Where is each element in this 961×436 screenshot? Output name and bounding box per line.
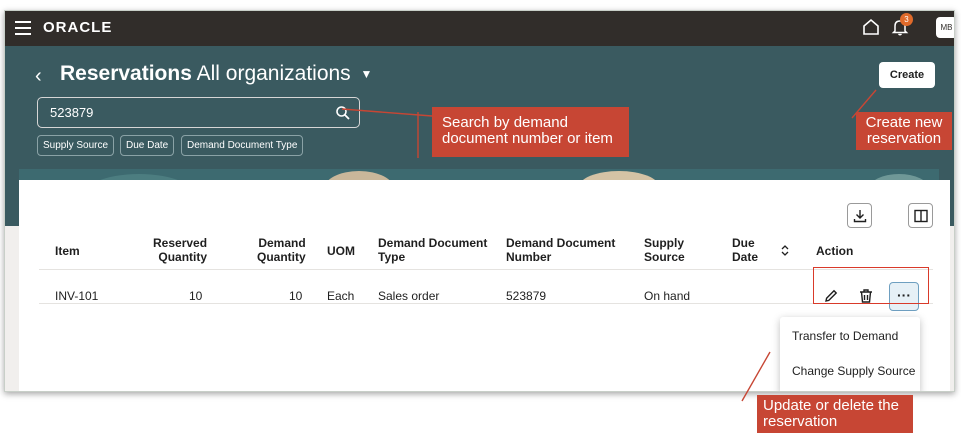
download-button[interactable] — [847, 203, 872, 228]
cell-reserved-quantity: 10 — [189, 289, 203, 303]
filter-chip-due-date[interactable]: Due Date — [120, 135, 175, 156]
page-title: Reservations All organizations ▼ — [60, 62, 372, 86]
actions-menu: Transfer to Demand Change Supply Source — [780, 317, 920, 391]
page-title-main: Reservations — [60, 62, 192, 85]
column-header-due-date[interactable]: Due Date — [732, 236, 758, 264]
column-header-demand-quantity[interactable]: Demand Quantity — [257, 236, 306, 264]
header-label: Date — [732, 250, 759, 264]
cell-demand-document-type: Sales order — [378, 289, 440, 303]
column-header-demand-document-number[interactable]: Demand Document Number — [506, 236, 615, 264]
header-label: Supply — [644, 236, 685, 250]
cell-item: INV-101 — [55, 289, 99, 303]
cell-demand-document-number: 523879 — [506, 289, 547, 303]
oracle-logo: ORACLE — [43, 19, 113, 36]
header-label: Action — [816, 244, 854, 258]
menu-item-change-supply-source[interactable]: Change Supply Source — [792, 364, 915, 378]
filter-chip-supply-source[interactable]: Supply Source — [37, 135, 115, 156]
app-window: ORACLE 3 MB ‹ Reservations All organizat… — [4, 10, 955, 392]
menu-item-transfer-to-demand[interactable]: Transfer to Demand — [792, 329, 898, 343]
header-label: Item — [55, 244, 80, 258]
columns-icon — [914, 209, 928, 223]
callout-text: Create new — [865, 114, 943, 131]
search-input[interactable] — [50, 105, 320, 120]
cell-supply-source: On hand — [644, 289, 691, 303]
global-header: ORACLE 3 MB — [5, 11, 954, 46]
columns-button[interactable] — [908, 203, 933, 228]
column-header-reserved-quantity[interactable]: Reserved Quantity — [153, 236, 207, 264]
back-icon[interactable]: ‹ — [35, 65, 42, 88]
create-button[interactable]: Create — [879, 62, 935, 88]
header-label: Due — [732, 236, 755, 250]
header-label: UOM — [327, 244, 355, 258]
callout-text: document number or item — [442, 130, 613, 147]
cell-demand-quantity: 10 — [289, 289, 303, 303]
header-label: Quantity — [257, 250, 306, 264]
column-header-item[interactable]: Item — [55, 244, 80, 258]
header-label: Quantity — [158, 250, 208, 264]
column-header-supply-source[interactable]: Supply Source — [644, 236, 685, 264]
column-header-action: Action — [816, 244, 853, 258]
page-title-scope: All organizations — [196, 62, 351, 85]
header-label: Demand Document — [378, 236, 488, 250]
header-label: Number — [506, 250, 552, 264]
filter-chip-demand-document-type[interactable]: Demand Document Type — [181, 135, 304, 156]
divider — [39, 269, 933, 270]
callout-text: reservation — [866, 130, 942, 147]
callout-search: Search by demand document number or item — [432, 107, 629, 157]
header-label: Source — [644, 250, 685, 264]
header-label: Demand Document — [506, 236, 616, 250]
callout-text: reservation — [763, 413, 838, 430]
callout-update: Update or delete the reservation — [757, 395, 913, 433]
divider — [39, 303, 933, 304]
callout-text: Search by demand — [442, 114, 568, 131]
header-label: Demand — [258, 236, 306, 250]
header-label: Type — [378, 250, 406, 264]
menu-icon[interactable] — [15, 21, 31, 35]
callout-text: Update or delete the — [763, 397, 899, 414]
header-label: Reserved — [153, 236, 208, 250]
cell-uom: Each — [327, 289, 355, 303]
search-icon[interactable] — [335, 105, 351, 121]
user-avatar[interactable]: MB — [936, 17, 954, 38]
notification-badge: 3 — [900, 13, 913, 26]
action-highlight-box — [813, 267, 929, 304]
column-header-demand-document-type[interactable]: Demand Document Type — [378, 236, 487, 264]
download-icon — [853, 210, 867, 223]
sort-icon[interactable] — [780, 244, 790, 257]
chevron-down-icon[interactable]: ▼ — [361, 67, 373, 81]
home-icon[interactable] — [861, 17, 881, 37]
column-header-uom[interactable]: UOM — [327, 244, 355, 258]
search-field[interactable] — [37, 97, 360, 128]
callout-create: Create new reservation — [856, 112, 952, 150]
